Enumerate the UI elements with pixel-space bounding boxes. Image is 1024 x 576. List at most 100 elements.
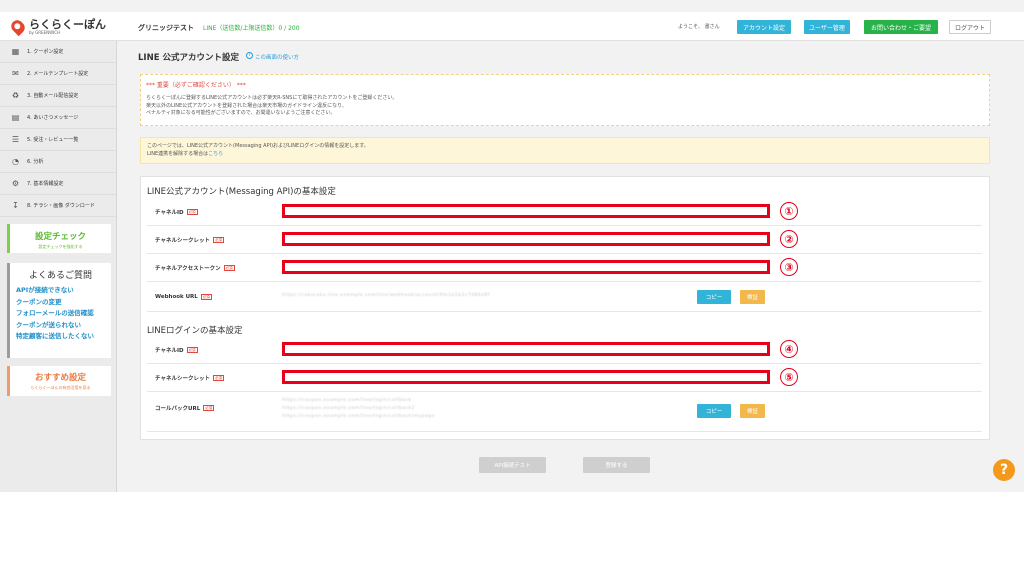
info-line: LINE連携を解除する場合はこちら [147, 151, 369, 159]
sidebar-item-mail-template[interactable]: ✉ 2. メールテンプレート設定 [0, 63, 116, 85]
login-channel-secret-label: チャネルシークレット 必須 [155, 374, 224, 382]
webhook-label: Webhook URL 必須 [155, 293, 212, 300]
channel-id-label: チャネルID 必須 [155, 208, 198, 216]
line-login-section-title: LINEログインの基本設定 [147, 326, 243, 336]
notice-title: *** 重要（必ずご確認ください） *** [146, 82, 246, 89]
recommended-subtitle: らくらくーぽんの有効活用を見る [30, 385, 91, 390]
line-send-count: LINE（送信数/上限送信数）0 / 200 [203, 25, 300, 32]
faq-link[interactable]: 特定顧客に送信したくない [16, 331, 111, 343]
login-channel-secret-input[interactable] [282, 370, 770, 384]
pie-chart-icon: ◔ [12, 156, 19, 166]
notice-line: ペナルティ対象になる可能性がございますので、お間違いないようご注意ください。 [146, 110, 336, 116]
help-circle-icon[interactable]: ? [246, 52, 253, 59]
required-badge: 必須 [200, 293, 212, 300]
settings-check-subtitle: 設定チェックを強化する [38, 244, 83, 249]
logo-pin-icon [8, 17, 28, 37]
callback-url-value: https://coupon.example.com/line/login/ca… [282, 406, 415, 411]
sidebar: ▦ 1. クーポン設定 ✉ 2. メールテンプレート設定 ♻ 3. 自動メール配… [0, 41, 117, 492]
sidebar-item-label: 8. チラシ・画像 ダウンロード [27, 203, 95, 209]
help-link[interactable]: この画面の使い方 [255, 53, 299, 61]
coupon-icon: ▦ [11, 46, 20, 56]
account-settings-button[interactable]: アカウント設定 [737, 20, 791, 34]
mail-icon: ✉ [12, 68, 19, 78]
channel-secret-label: チャネルシークレット 必須 [155, 236, 224, 244]
notice-line: 楽天以外のLINE公式アカウントを登録された場合は楽天市場のガイドライン違反にな… [146, 102, 347, 109]
required-badge: 必須 [212, 236, 224, 243]
settings-check-card[interactable]: 設定チェック 設定チェックを強化する [7, 224, 111, 253]
sidebar-item-download[interactable]: ↧ 8. チラシ・画像 ダウンロード [0, 195, 116, 217]
callback-verify-button[interactable]: 検証 [740, 404, 765, 418]
api-test-button[interactable]: API接続テスト [479, 457, 546, 473]
access-token-row: チャネルアクセストークン 必須 ③ [147, 254, 982, 282]
annotation-marker-1: ① [780, 202, 798, 220]
top-header: らくらくーぽん by GREENWICH グリニッジテスト LINE（送信数/上… [0, 12, 1024, 41]
faq-title: よくあるご質問 [28, 271, 92, 281]
required-badge: 必須 [186, 346, 198, 353]
access-token-input[interactable] [282, 260, 770, 274]
sidebar-item-label: 2. メールテンプレート設定 [27, 71, 89, 77]
shop-name: グリニッジテスト [138, 24, 194, 32]
notice-body: らくらくーぽんに登録するLINE公式アカウントは必ず楽天R-SNSにて取得された… [146, 95, 397, 118]
faq-card: よくあるご質問 APIが接続できない クーポンの変更 フォローメールの送信確認 … [7, 263, 111, 358]
sidebar-item-label: 4. あいさつメッセージ [27, 115, 79, 121]
channel-secret-row: チャネルシークレット 必須 ② [147, 226, 982, 254]
annotation-marker-2: ② [780, 230, 798, 248]
callback-url-value: https://coupon.example.com/line/login/ca… [282, 398, 412, 403]
login-channel-secret-row: チャネルシークレット 必須 ⑤ [147, 364, 982, 392]
logo[interactable]: らくらくーぽん by GREENWICH [8, 16, 106, 38]
callback-url-row: コールバックURL 必須 https://coupon.example.com/l… [147, 392, 982, 432]
sidebar-item-label: 7. 基本情報設定 [27, 181, 64, 187]
sidebar-item-label: 5. 受注・レビュー一覧 [27, 137, 79, 143]
login-channel-id-input[interactable] [282, 342, 770, 356]
sidebar-item-label: 1. クーポン設定 [27, 49, 64, 55]
contact-button[interactable]: お問い合わせ・ご要望 [864, 20, 938, 34]
required-badge: 必須 [203, 405, 215, 411]
list-icon: ☰ [11, 134, 20, 144]
page-title: LINE 公式アカウント設定 [138, 53, 239, 63]
download-icon: ↧ [12, 200, 19, 210]
callback-copy-button[interactable]: コピー [697, 404, 731, 418]
register-button[interactable]: 登録する [583, 457, 650, 473]
required-badge: 必須 [186, 208, 198, 215]
app-window: らくらくーぽん by GREENWICH グリニッジテスト LINE（送信数/上… [0, 0, 1024, 492]
faq-link[interactable]: クーポンが送られない [16, 320, 111, 332]
annotation-marker-5: ⑤ [780, 368, 798, 386]
login-channel-id-row: チャネルID 必須 ④ [147, 336, 982, 364]
channel-id-row: チャネルID 必須 ① [147, 198, 982, 226]
webhook-row: Webhook URL 必須 https://rakuraku-line.exam… [147, 282, 982, 312]
unlink-link[interactable]: こちら [208, 151, 223, 157]
message-icon: ▤ [11, 112, 20, 122]
sidebar-item-coupon[interactable]: ▦ 1. クーポン設定 [0, 41, 116, 63]
webhook-copy-button[interactable]: コピー [697, 290, 731, 304]
settings-panel: LINE公式アカウント(Messaging API)の基本設定 チャネルID 必須… [140, 176, 990, 440]
user-management-button[interactable]: ユーザー管理 [804, 20, 850, 34]
sidebar-item-greeting[interactable]: ▤ 4. あいさつメッセージ [0, 107, 116, 129]
messaging-api-section-title: LINE公式アカウント(Messaging API)の基本設定 [147, 187, 336, 197]
faq-link[interactable]: フォローメールの送信確認 [16, 308, 111, 320]
sidebar-item-auto-mail[interactable]: ♻ 3. 自動メール配信設定 [0, 85, 116, 107]
sidebar-item-basic-info[interactable]: ⚙ 7. 基本情報設定 [0, 173, 116, 195]
channel-secret-input[interactable] [282, 232, 770, 246]
access-token-label: チャネルアクセストークン 必須 [155, 264, 235, 272]
login-channel-id-label: チャネルID 必須 [155, 346, 198, 354]
gear-icon: ⚙ [11, 178, 20, 188]
faq-link[interactable]: APIが接続できない [16, 285, 111, 297]
channel-id-input[interactable] [282, 204, 770, 218]
sidebar-item-orders[interactable]: ☰ 5. 受注・レビュー一覧 [0, 129, 116, 151]
sidebar-item-analytics[interactable]: ◔ 6. 分析 [0, 151, 116, 173]
required-badge: 必須 [223, 264, 235, 271]
welcome-text: ようこそ、 書さん [678, 24, 720, 30]
webhook-verify-button[interactable]: 検証 [740, 290, 765, 304]
webhook-url-value: https://rakuraku-line.example.com/line/w… [282, 293, 491, 298]
logo-sub-text: by GREENWICH [29, 30, 61, 35]
notice-line: らくらくーぽんに登録するLINE公式アカウントは必ず楽天R-SNSにて取得された… [146, 95, 398, 101]
sidebar-item-label: 3. 自動メール配信設定 [27, 93, 79, 99]
faq-link[interactable]: クーポンの変更 [16, 297, 111, 309]
floating-help-icon[interactable]: ? [993, 459, 1015, 481]
logout-button[interactable]: ログアウト [949, 20, 991, 34]
callback-url-value: https://coupon.example.com/line/login/ca… [282, 414, 435, 419]
annotation-marker-4: ④ [780, 340, 798, 358]
callback-url-label: コールバックURL 必須 [155, 405, 215, 412]
recommended-settings-card[interactable]: おすすめ設定 らくらくーぽんの有効活用を見る [7, 366, 111, 396]
annotation-marker-3: ③ [780, 258, 798, 276]
